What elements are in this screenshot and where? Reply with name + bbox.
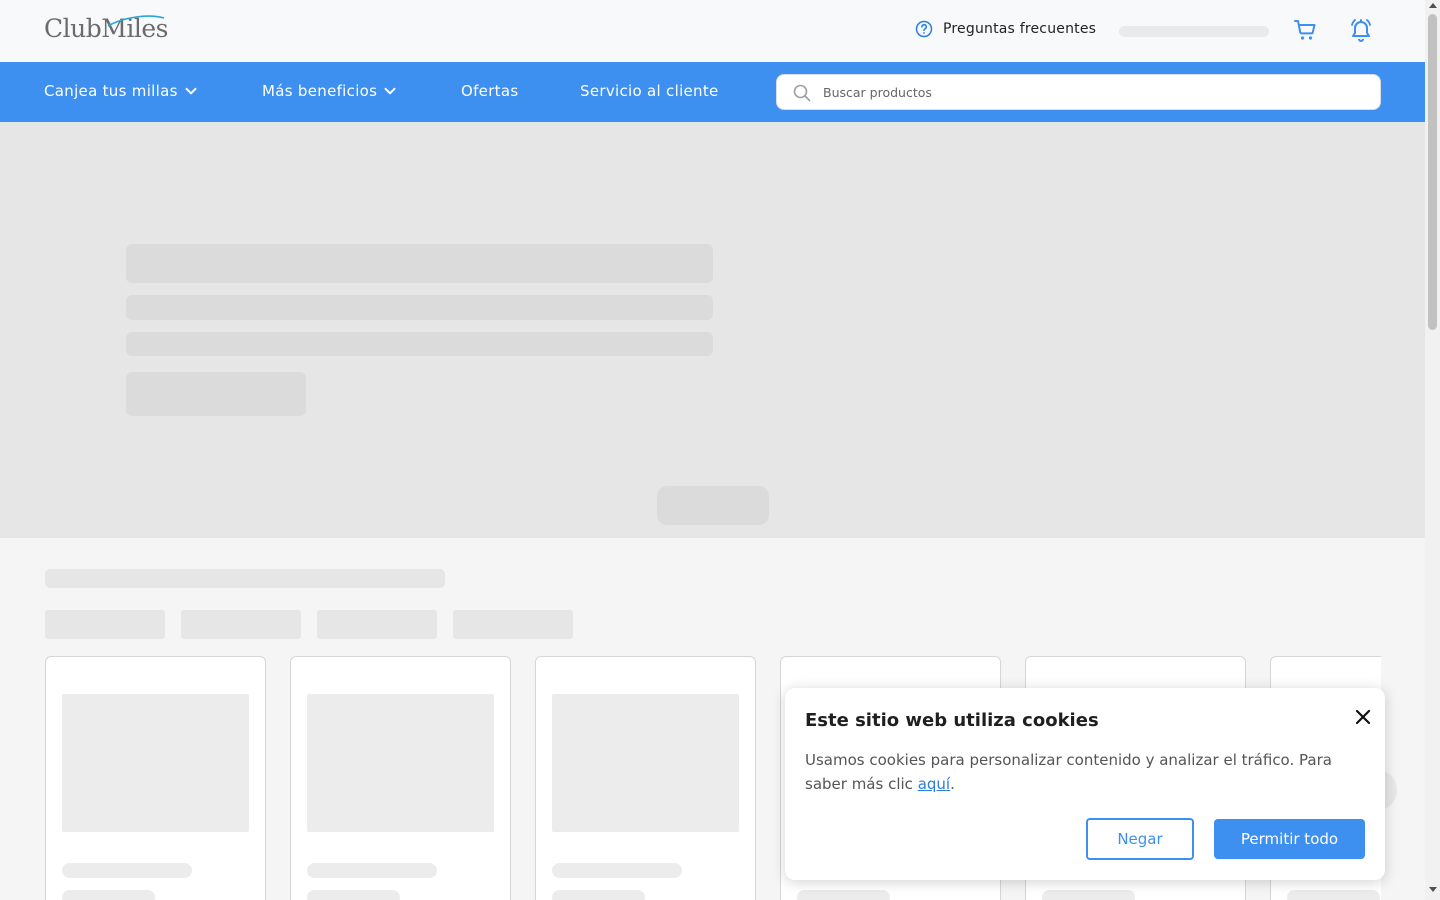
cart-icon[interactable] — [1293, 18, 1317, 42]
product-card-skeleton — [45, 656, 266, 900]
nav-item-label: Canjea tus millas — [44, 82, 178, 100]
nav-item-ofertas[interactable]: Ofertas — [461, 82, 518, 100]
product-image-skeleton — [62, 694, 249, 832]
product-line-skeleton — [552, 890, 645, 900]
cookie-body-text: Usamos cookies para personalizar conteni… — [805, 751, 1332, 793]
main-nav: Canjea tus millas Más beneficios Ofertas… — [0, 62, 1425, 122]
nav-item-label: Ofertas — [461, 82, 519, 100]
cookie-banner-text: Usamos cookies para personalizar conteni… — [805, 748, 1365, 796]
nav-item-servicio[interactable]: Servicio al cliente — [580, 82, 719, 100]
hero-pager-skeleton — [657, 486, 769, 525]
faq-label: Preguntas frecuentes — [943, 21, 1097, 37]
search-icon — [793, 84, 811, 102]
product-line-skeleton — [797, 890, 890, 900]
search-input[interactable] — [823, 75, 1363, 109]
product-card-skeleton — [535, 656, 756, 900]
chevron-down-icon — [384, 87, 396, 95]
product-image-skeleton — [552, 694, 739, 832]
cookie-banner-title: Este sitio web utiliza cookies — [805, 710, 1099, 731]
hero-title-skeleton — [126, 244, 713, 283]
hero-skeleton — [0, 122, 1425, 538]
close-icon[interactable] — [1354, 708, 1372, 726]
top-header: ClubMiles Preguntas frecuentes — [0, 0, 1425, 62]
chevron-down-icon — [185, 87, 197, 95]
user-skeleton-placeholder — [1119, 26, 1269, 37]
deny-cookies-button[interactable]: Negar — [1086, 818, 1194, 860]
hero-line-skeleton — [126, 295, 713, 320]
faq-link[interactable]: Preguntas frecuentes — [915, 20, 1096, 38]
scroll-down-arrow-icon[interactable] — [1429, 887, 1437, 892]
nav-item-beneficios[interactable]: Más beneficios — [262, 82, 397, 100]
product-line-skeleton — [1287, 890, 1380, 900]
product-line-skeleton — [307, 890, 400, 900]
logo-swoosh-icon — [107, 15, 165, 27]
cookie-policy-link[interactable]: aquí — [918, 775, 950, 793]
product-line-skeleton — [62, 890, 155, 900]
product-line-skeleton — [307, 863, 437, 878]
product-line-skeleton — [1042, 890, 1135, 900]
scrollbar-thumb[interactable] — [1428, 14, 1437, 330]
section-title-skeleton — [45, 569, 445, 588]
scroll-up-arrow-icon[interactable] — [1429, 3, 1437, 8]
cookie-body-end: . — [950, 775, 955, 793]
nav-item-canjea[interactable]: Canjea tus millas — [44, 82, 198, 100]
allow-all-cookies-button[interactable]: Permitir todo — [1214, 819, 1365, 859]
help-circle-icon — [915, 20, 933, 38]
bell-icon[interactable] — [1349, 17, 1373, 43]
product-image-skeleton — [307, 694, 494, 832]
search-box — [776, 74, 1381, 110]
hero-button-skeleton — [126, 372, 306, 416]
cookie-banner: Este sitio web utiliza cookies Usamos co… — [785, 688, 1385, 880]
hero-line-skeleton — [126, 332, 713, 356]
product-line-skeleton — [552, 863, 682, 878]
nav-item-label: Más beneficios — [262, 82, 378, 100]
product-line-skeleton — [62, 863, 192, 878]
nav-item-label: Servicio al cliente — [580, 82, 719, 100]
product-card-skeleton — [290, 656, 511, 900]
